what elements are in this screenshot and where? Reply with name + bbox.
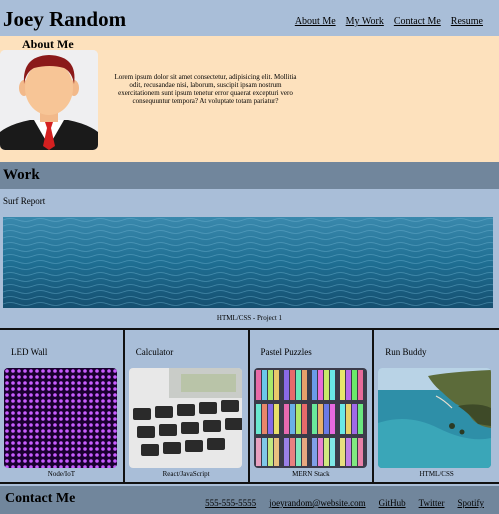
brand-title: Joey Random: [3, 7, 127, 31]
site-header: Joey Random About Me My Work Contact Me …: [0, 0, 499, 36]
project-card[interactable]: Run Buddy HTML/CSS: [374, 330, 499, 482]
contact-twitter-link[interactable]: Twitter: [419, 498, 445, 508]
project-caption: Node/IoT: [47, 470, 75, 478]
calculator-image: [128, 368, 242, 468]
project-caption: React/JavaScript: [162, 470, 210, 478]
work-heading: Work: [3, 167, 40, 183]
featured-project-caption: HTML/CSS - Project 1: [216, 314, 283, 322]
contact-github-link[interactable]: GitHub: [379, 498, 406, 508]
nav-link-about[interactable]: About Me: [295, 16, 336, 27]
about-paragraph: Lorem ipsum dolor sit amet consectetur, …: [114, 73, 297, 105]
nav-link-work[interactable]: My Work: [346, 16, 384, 27]
avatar-illustration: [0, 50, 98, 150]
avatar: [0, 50, 98, 150]
contact-links: 555-555-5555 joeyrandom@website.com GitH…: [205, 498, 484, 508]
main-nav: About Me My Work Contact Me Resume: [295, 16, 483, 27]
project-card[interactable]: Pastel Puzzles MERN Stack: [250, 330, 375, 482]
project-image[interactable]: [253, 368, 367, 468]
pastel-markers-image: [253, 368, 367, 468]
project-card[interactable]: LED Wall Node/IoT: [0, 330, 125, 482]
about-section: About Me Lorem ipsum dolor sit amet cons…: [0, 36, 499, 162]
nav-link-contact[interactable]: Contact Me: [394, 16, 441, 27]
project-title: Calculator: [135, 347, 174, 357]
project-caption: HTML/CSS: [419, 470, 454, 478]
project-image[interactable]: [378, 368, 492, 468]
nav-link-resume[interactable]: Resume: [451, 16, 483, 27]
featured-project-image[interactable]: [3, 217, 493, 308]
coastline-image: [378, 368, 492, 468]
contact-heading: Contact Me: [5, 491, 76, 506]
contact-section: Contact Me 555-555-5555 joeyrandom@websi…: [0, 486, 499, 514]
ocean-image: [3, 217, 493, 308]
project-image[interactable]: [128, 368, 242, 468]
work-section-header: Work: [0, 162, 499, 189]
led-wall-image: [4, 368, 117, 468]
project-title: Pastel Puzzles: [260, 347, 312, 357]
project-title: Run Buddy: [385, 347, 427, 357]
project-card[interactable]: Calculator React/JavaScript: [125, 330, 250, 482]
project-caption: MERN Stack: [292, 470, 330, 478]
featured-project-title: Surf Report: [3, 196, 46, 206]
project-image[interactable]: [4, 368, 117, 468]
contact-spotify-link[interactable]: Spotify: [457, 498, 484, 508]
projects-grid: LED Wall Node/IoT Calculator React/JavaS…: [0, 328, 499, 484]
contact-email-link[interactable]: joeyrandom@website.com: [269, 498, 366, 508]
contact-phone-link[interactable]: 555-555-5555: [205, 498, 256, 508]
project-title: LED Wall: [11, 347, 48, 357]
